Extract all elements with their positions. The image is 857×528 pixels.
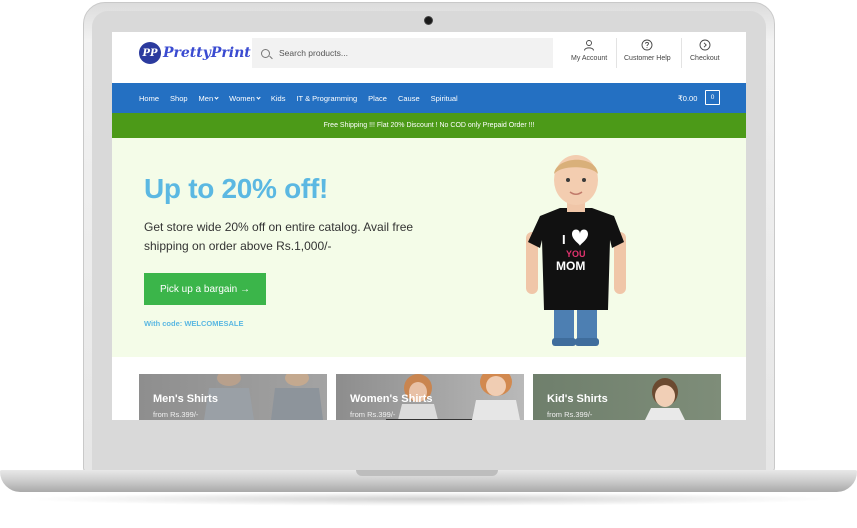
nav-cause-label: Cause: [397, 93, 420, 103]
search-icon: [261, 48, 270, 58]
category-card-kids[interactable]: Kid's Shirts from Rs.399/-: [533, 374, 721, 420]
nav-spiritual-label: Spiritual: [430, 93, 458, 103]
customer-help-label: Customer Help: [624, 55, 671, 62]
help-icon: [641, 39, 653, 51]
scroll-indicator: [386, 419, 472, 420]
category-card-women[interactable]: Women's Shirts from Rs.399/-: [336, 374, 524, 420]
logo-text: PrettyPrint: [163, 45, 251, 61]
logo-badge: PP: [139, 42, 161, 64]
customer-help-link[interactable]: Customer Help: [624, 39, 671, 62]
category-subtitle: from Rs.399/-: [547, 410, 593, 419]
camera-icon: [424, 16, 433, 25]
hero-section: Up to 20% off! Get store wide 20% off on…: [112, 138, 746, 357]
men-shirt-image: [204, 374, 323, 420]
my-account-link[interactable]: My Account: [571, 39, 607, 62]
nav-place-label: Place: [368, 93, 387, 103]
shirt-text-you: YOU: [566, 249, 586, 259]
nav-shop-label: Shop: [170, 93, 188, 103]
nav-it-label: IT & Programming: [296, 93, 358, 103]
user-icon: [584, 40, 595, 51]
browser-screen: PP PrettyPrint My Account Customer Help: [112, 32, 746, 420]
shirt-text-i: I: [562, 232, 566, 247]
search-bar: [252, 38, 553, 68]
site-header: PP PrettyPrint My Account Customer Help: [112, 32, 746, 82]
coupon-code-text: With code: WELCOMESALE: [144, 319, 244, 328]
category-title: Women's Shirts: [350, 393, 433, 405]
hero-text: Get store wide 20% off on entire catalog…: [144, 220, 414, 253]
category-section: Men's Shirts from Rs.399/- Women's Shirt…: [112, 357, 746, 420]
bargain-button[interactable]: Pick up a bargain →: [144, 273, 266, 305]
my-account-label: My Account: [571, 55, 608, 62]
nav-it-programming[interactable]: IT & Programming: [296, 94, 357, 103]
nav-place[interactable]: Place: [368, 94, 387, 103]
checkout-label: Checkout: [690, 55, 720, 62]
nav-kids-label: Kids: [270, 93, 286, 103]
category-title: Kid's Shirts: [547, 393, 608, 405]
search-input[interactable]: [279, 48, 529, 58]
nav-shop[interactable]: Shop: [170, 94, 188, 103]
header-divider: [616, 38, 617, 68]
chevron-down-icon: [256, 94, 261, 100]
checkout-link[interactable]: Checkout: [690, 39, 720, 62]
nav-cause[interactable]: Cause: [398, 94, 420, 103]
nav-women[interactable]: Women: [229, 93, 261, 103]
kid-shirt-image: [645, 378, 685, 420]
nav-home[interactable]: Home: [139, 94, 159, 103]
nav-men[interactable]: Men: [199, 94, 219, 103]
arrow-right-circle-icon: [699, 39, 711, 51]
chevron-down-icon: [214, 94, 219, 100]
laptop-shadow: [20, 492, 837, 506]
nav-home-label: Home: [139, 93, 160, 103]
category-subtitle: from Rs.399/-: [350, 410, 396, 419]
header-divider: [681, 38, 682, 68]
category-title: Men's Shirts: [153, 393, 218, 405]
nav-spiritual[interactable]: Spiritual: [431, 94, 458, 103]
category-card-men[interactable]: Men's Shirts from Rs.399/-: [139, 374, 327, 420]
hero-title: Up to 20% off!: [144, 173, 329, 204]
shirt-text-mom: MOM: [556, 259, 585, 273]
category-subtitle: from Rs.399/-: [153, 410, 199, 419]
site-logo[interactable]: PP PrettyPrint: [139, 42, 251, 64]
main-nav: Home Shop Men Women Kids IT & Programmin…: [112, 83, 746, 113]
laptop-notch: [356, 470, 498, 476]
nav-kids[interactable]: Kids: [271, 94, 286, 103]
promo-text: Free Shipping !!! Flat 20% Discount ! No…: [323, 122, 535, 129]
cart-count-badge[interactable]: 0: [705, 90, 720, 105]
cart-total[interactable]: ₹0.00: [678, 94, 697, 103]
nav-women-label: Women: [229, 93, 255, 103]
promo-banner: Free Shipping !!! Flat 20% Discount ! No…: [112, 113, 746, 138]
child-model-image: I YOU MOM: [526, 155, 626, 346]
nav-men-label: Men: [198, 93, 214, 103]
